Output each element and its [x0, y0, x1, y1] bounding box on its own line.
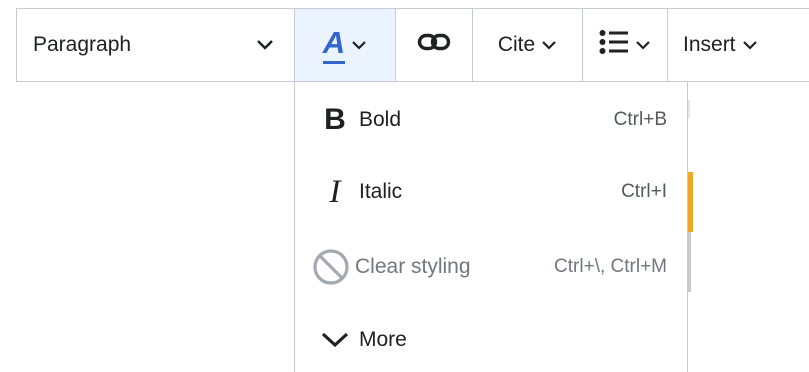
menu-item-label: Bold: [359, 108, 402, 131]
link-button[interactable]: [396, 9, 473, 81]
text-style-button[interactable]: A: [295, 9, 396, 81]
list-button[interactable]: [583, 9, 668, 81]
menu-item-label: More: [359, 328, 407, 351]
edge-divider: [688, 100, 690, 118]
menu-item-shortcut: Ctrl+I: [621, 181, 667, 202]
menu-item-bold[interactable]: B Bold Ctrl+B: [295, 90, 687, 150]
text-style-icon: A: [322, 27, 346, 64]
chevron-down-icon: [541, 33, 557, 57]
editor-toolbar: Paragraph A Cite Insert: [0, 0, 809, 82]
menu-item-shortcut: Ctrl+\, Ctrl+M: [554, 256, 667, 277]
menu-item-shortcut: Ctrl+B: [613, 109, 667, 130]
chevron-down-icon: [635, 33, 651, 57]
toolbar-group: Paragraph A Cite Insert: [16, 8, 809, 82]
edge-highlight-marker: [688, 172, 693, 232]
insert-button[interactable]: Insert: [668, 9, 808, 81]
paragraph-format-dropdown[interactable]: Paragraph: [17, 9, 295, 81]
paragraph-format-label: Paragraph: [33, 33, 132, 56]
clear-styling-icon: [311, 248, 351, 286]
menu-item-italic[interactable]: I Italic Ctrl+I: [295, 162, 687, 222]
bulleted-list-icon: [599, 29, 629, 61]
menu-item-label: Clear styling: [355, 255, 471, 278]
menu-item-label: Italic: [359, 180, 403, 203]
edge-divider: [688, 232, 691, 292]
italic-icon: I: [329, 173, 341, 210]
chevron-down-icon: [351, 33, 367, 57]
bold-icon: B: [324, 103, 346, 136]
link-icon: [417, 31, 451, 59]
menu-item-more[interactable]: More: [295, 310, 687, 370]
chevron-down-icon: [742, 33, 758, 57]
insert-label: Insert: [683, 33, 736, 56]
menu-item-clear-styling[interactable]: Clear styling Ctrl+\, Ctrl+M: [295, 237, 687, 297]
cite-button[interactable]: Cite: [473, 9, 583, 81]
chevron-down-icon: [317, 331, 353, 349]
text-style-menu: B Bold Ctrl+B I Italic Ctrl+I Clear styl…: [294, 82, 688, 372]
chevron-down-icon: [256, 33, 274, 57]
cite-label: Cite: [497, 33, 536, 56]
